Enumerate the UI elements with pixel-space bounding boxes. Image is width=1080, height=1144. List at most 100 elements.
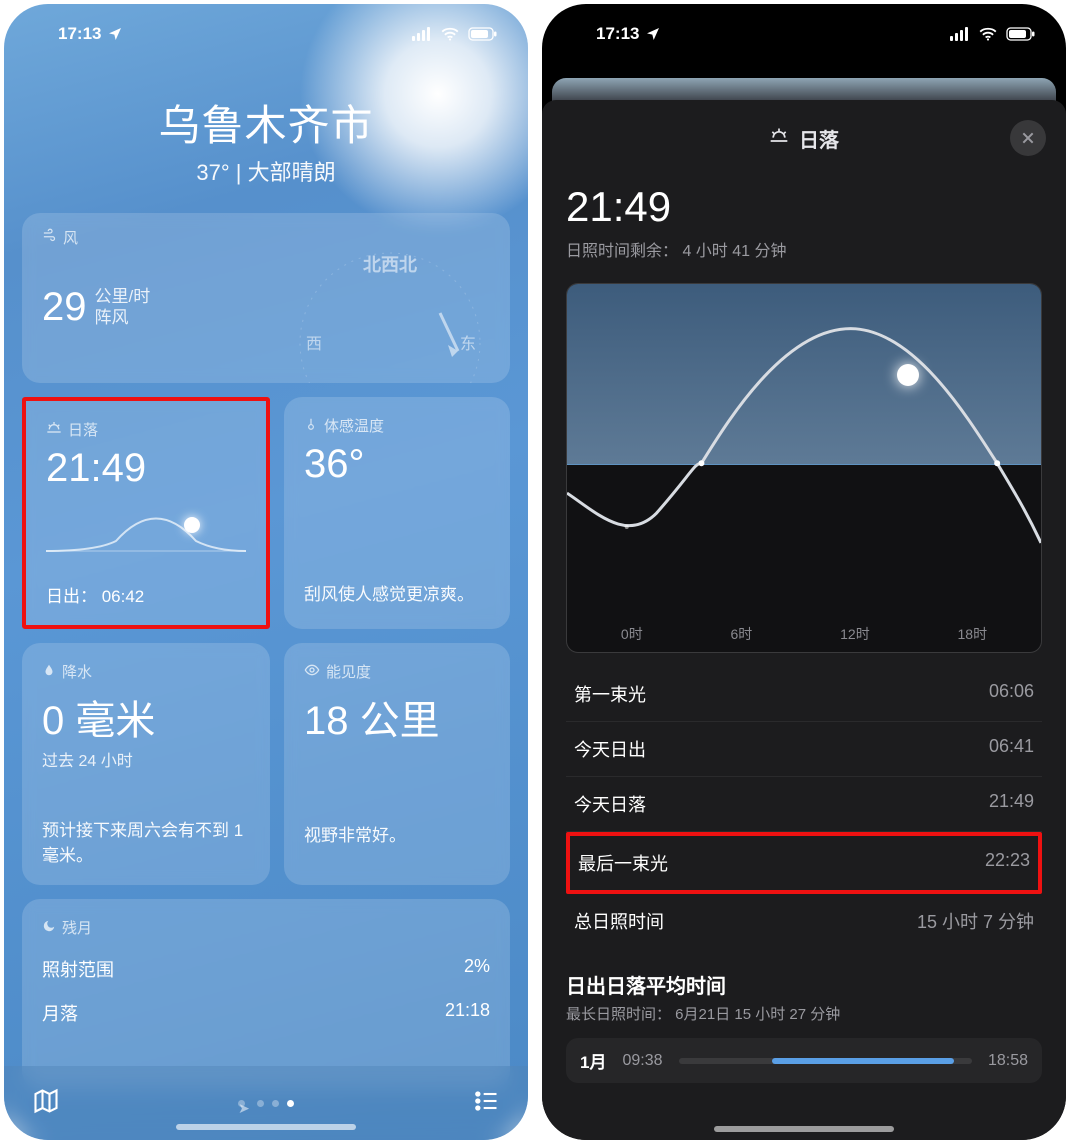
row-label: 总日照时间 (574, 908, 664, 934)
thermometer-icon (304, 417, 318, 435)
month-label: 1月 (580, 1048, 606, 1073)
wind-label: 风 (63, 227, 78, 248)
precip-sub: 过去 24 小时 (42, 747, 250, 771)
compass-e: 东 (460, 335, 476, 353)
detail-sunset-time: 21:49 (566, 183, 1042, 231)
sunset-detail-screen: 17:13 日落 (542, 4, 1066, 1140)
detail-sheet: 日落 21:49 日照时间剩余： 4 小时 41 分钟 0时 6时 12时 18 (542, 100, 1066, 1140)
battery-icon (1006, 27, 1036, 41)
row-value: 15 小时 7 分钟 (917, 908, 1034, 934)
compass-w: 西 (306, 336, 322, 353)
feels-value: 36° (304, 442, 490, 487)
moon-illum-value: 2% (464, 956, 490, 982)
row-sunset[interactable]: 今天日落 21:49 (566, 777, 1042, 832)
feels-label: 体感温度 (324, 415, 384, 436)
weather-main-screen: 17:13 乌鲁木齐市 37° | 大部晴朗 (4, 4, 528, 1140)
droplet-icon (42, 663, 56, 681)
wifi-icon (440, 27, 460, 41)
page-dots[interactable]: ➤ (238, 1100, 294, 1107)
wifi-icon (978, 27, 998, 41)
battery-icon (468, 27, 498, 41)
sun-path-curve (567, 284, 1041, 652)
cellular-icon (412, 27, 432, 41)
tick-0: 0时 (621, 624, 643, 644)
location-header[interactable]: 乌鲁木齐市 37° | 大部晴朗 (4, 92, 528, 187)
status-bar: 17:13 (542, 4, 1066, 64)
location-arrow-icon: ➤ (238, 1100, 245, 1107)
average-subtitle: 最长日照时间： 6月21日 15 小时 27 分钟 (566, 1003, 1042, 1024)
x-axis-ticks: 0时 6时 12时 18时 (567, 624, 1041, 644)
precip-value: 0 毫米 (42, 688, 250, 746)
month-sunset: 18:58 (988, 1052, 1028, 1070)
average-section-header: 日出日落平均时间 最长日照时间： 6月21日 15 小时 27 分钟 (566, 970, 1042, 1024)
cellular-icon (950, 27, 970, 41)
city-name: 乌鲁木齐市 (4, 92, 528, 153)
wind-compass: 北西北 东 西 南 (290, 243, 490, 383)
row-first-light[interactable]: 第一束光 06:06 (566, 667, 1042, 722)
sunset-time: 21:49 (46, 446, 246, 491)
home-indicator[interactable] (714, 1126, 894, 1132)
feels-desc: 刮风使人感觉更凉爽。 (304, 583, 490, 608)
row-value: 22:23 (985, 850, 1030, 876)
moon-label: 残月 (62, 917, 92, 938)
month-january-row[interactable]: 1月 09:38 18:58 (566, 1038, 1042, 1083)
average-title: 日出日落平均时间 (566, 970, 1042, 999)
moonset-label: 月落 (42, 1000, 78, 1026)
wind-icon (42, 228, 57, 247)
row-sunrise[interactable]: 今天日出 06:41 (566, 722, 1042, 777)
vis-value: 18 公里 (304, 688, 490, 746)
sun-path-chart[interactable]: 0时 6时 12时 18时 (566, 283, 1042, 653)
status-time: 17:13 (596, 24, 639, 44)
precip-desc: 预计接下来周六会有不到 1 毫米。 (42, 819, 250, 868)
wind-speed: 29 (42, 285, 87, 330)
compass-nnw: 北西北 (363, 255, 417, 275)
vis-label: 能见度 (326, 661, 371, 682)
vis-desc: 视野非常好。 (304, 824, 490, 849)
moon-illum-label: 照射范围 (42, 956, 114, 982)
visibility-card[interactable]: 能见度 18 公里 视野非常好。 (284, 643, 510, 885)
sunset-icon (46, 420, 62, 440)
moonset-value: 21:18 (445, 1000, 490, 1026)
sunset-card[interactable]: 日落 21:49 日出： 06:42 (22, 397, 270, 629)
tick-12: 12时 (840, 624, 870, 644)
moon-card[interactable]: 残月 照射范围 2% 月落 21:18 (22, 899, 510, 1089)
sun-marker-icon (184, 517, 200, 533)
location-arrow-icon (645, 26, 661, 42)
row-label: 今天日落 (574, 791, 646, 817)
status-bar: 17:13 (4, 4, 528, 64)
month-sunrise: 09:38 (622, 1052, 662, 1070)
row-total-daylight[interactable]: 总日照时间 15 小时 7 分钟 (566, 894, 1042, 948)
wind-card[interactable]: 风 29 公里/时 阵风 北西北 东 西 南 (22, 213, 510, 383)
tick-18: 18时 (958, 624, 988, 644)
precip-label: 降水 (62, 661, 92, 682)
wind-unit: 公里/时 (95, 286, 151, 307)
status-time: 17:13 (58, 24, 101, 44)
sun-marker-icon (897, 364, 919, 386)
row-label: 第一束光 (574, 681, 646, 707)
row-value: 21:49 (989, 791, 1034, 817)
feels-like-card[interactable]: 体感温度 36° 刮风使人感觉更凉爽。 (284, 397, 510, 629)
row-value: 06:06 (989, 681, 1034, 707)
row-label: 最后一束光 (578, 850, 668, 876)
tick-6: 6时 (731, 624, 753, 644)
close-button[interactable] (1010, 120, 1046, 156)
row-value: 06:41 (989, 736, 1034, 762)
eye-icon (304, 662, 320, 682)
condition-line: 37° | 大部晴朗 (4, 155, 528, 187)
sheet-title: 日落 (799, 124, 839, 153)
row-last-light[interactable]: 最后一束光 22:23 (566, 832, 1042, 894)
list-button[interactable] (472, 1087, 500, 1120)
precip-card[interactable]: 降水 0 毫米 过去 24 小时 预计接下来周六会有不到 1 毫米。 (22, 643, 270, 885)
moon-icon (42, 919, 56, 937)
sun-events-list: 第一束光 06:06 今天日出 06:41 今天日落 21:49 最后一束光 2… (566, 667, 1042, 948)
location-arrow-icon (107, 26, 123, 42)
map-button[interactable] (32, 1087, 60, 1120)
daylight-bar (679, 1058, 972, 1064)
sun-path-mini (46, 501, 246, 571)
home-indicator[interactable] (176, 1124, 356, 1130)
sunrise-text: 日出： 06:42 (46, 582, 144, 607)
daylight-remaining: 日照时间剩余： 4 小时 41 分钟 (566, 237, 1042, 261)
wind-gust-label: 阵风 (95, 307, 151, 328)
background-sheet-peek (552, 78, 1056, 102)
row-label: 今天日出 (574, 736, 646, 762)
